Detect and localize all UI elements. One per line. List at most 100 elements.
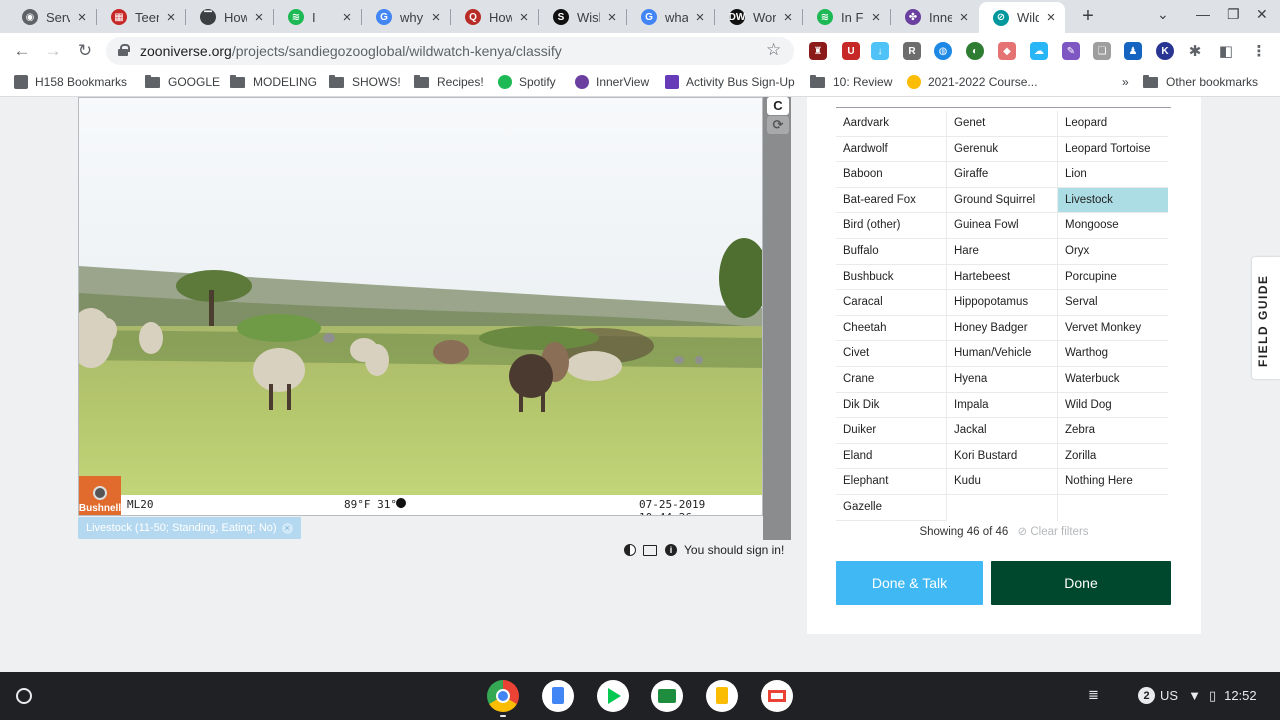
species-option[interactable]: Civet <box>836 341 946 367</box>
extension-icon[interactable]: ♜ <box>809 42 827 60</box>
gmail-app-icon[interactable] <box>761 680 793 712</box>
extension-icon[interactable]: ◍ <box>934 42 952 60</box>
bookmark-item[interactable]: MODELING <box>230 74 317 89</box>
species-option[interactable]: Hippopotamus <box>947 290 1057 316</box>
browser-tab[interactable]: Gwhy × <box>362 3 450 31</box>
species-option[interactable]: Waterbuck <box>1058 367 1168 393</box>
species-option[interactable]: Lion <box>1058 162 1168 188</box>
browser-tab[interactable]: ▦ Teen× <box>97 3 185 31</box>
species-option[interactable]: Aardwolf <box>836 137 946 163</box>
species-option[interactable]: Giraffe <box>947 162 1057 188</box>
browser-tab[interactable]: ▔ How × <box>186 3 273 31</box>
done-and-talk-button[interactable]: Done & Talk <box>836 561 983 605</box>
species-option[interactable]: Eland <box>836 444 946 470</box>
species-option[interactable]: Gerenuk <box>947 137 1057 163</box>
close-window-icon[interactable]: ✕ <box>1256 6 1268 23</box>
info-icon[interactable]: i <box>665 544 677 556</box>
species-option[interactable]: Guinea Fowl <box>947 213 1057 239</box>
remove-annotation-icon[interactable]: × <box>281 522 293 534</box>
species-option[interactable]: Hyena <box>947 367 1057 393</box>
extension-icon[interactable]: ↓ <box>871 42 889 60</box>
annotation-chip[interactable]: Livestock (11-50; Standing, Eating; No) … <box>78 517 301 539</box>
minimize-icon[interactable]: — <box>1196 6 1210 22</box>
browser-tab[interactable]: ≋ I × <box>274 3 361 31</box>
species-option[interactable]: Impala <box>947 393 1057 419</box>
extension-icon[interactable]: ❏ <box>1093 42 1111 60</box>
browser-tab[interactable]: ✤ Inner× <box>891 3 978 31</box>
species-option[interactable]: Caracal <box>836 290 946 316</box>
browser-tab[interactable]: ⊘ Wild × <box>979 2 1065 33</box>
bookmarks-overflow[interactable]: » <box>1122 75 1129 89</box>
species-option[interactable]: Bat-eared Fox <box>836 188 946 214</box>
bookmark-item[interactable]: InnerView <box>575 75 649 89</box>
extensions-puzzle-icon[interactable]: ✱ <box>1186 42 1204 60</box>
close-tab-icon[interactable]: × <box>692 9 708 26</box>
extension-icon[interactable]: ◐ <box>966 42 984 60</box>
species-option[interactable]: Dik Dik <box>836 393 946 419</box>
close-tab-icon[interactable]: × <box>956 9 972 26</box>
species-option[interactable]: Cheetah <box>836 316 946 342</box>
close-tab-icon[interactable]: × <box>163 9 179 26</box>
species-option[interactable]: Genet <box>947 111 1057 137</box>
chrome-app-icon[interactable] <box>487 680 519 712</box>
species-option[interactable]: Elephant <box>836 469 946 495</box>
extension-icon[interactable]: K <box>1156 42 1174 60</box>
bookmark-item[interactable]: GOOGLE <box>145 74 220 89</box>
address-bar[interactable]: zooniverse.org/projects/sandiegozoogloba… <box>106 37 794 65</box>
species-option[interactable]: Crane <box>836 367 946 393</box>
close-tab-icon[interactable]: × <box>516 9 532 26</box>
species-option[interactable]: Wild Dog <box>1058 393 1168 419</box>
launcher-icon[interactable] <box>16 688 32 704</box>
status-area[interactable]: 2 US ▼ ▯ 12:52 <box>1138 687 1257 704</box>
bookmark-star-icon[interactable]: ☆ <box>766 40 781 60</box>
species-option[interactable]: Leopard <box>1058 111 1168 137</box>
species-option[interactable]: Buffalo <box>836 239 946 265</box>
bookmark-item[interactable]: H158 Bookmarks <box>14 75 127 89</box>
extension-icon[interactable]: ☁ <box>1030 42 1048 60</box>
extension-icon[interactable]: R <box>903 42 921 60</box>
browser-tab[interactable]: Q How × <box>451 3 538 31</box>
species-option[interactable]: Mongoose <box>1058 213 1168 239</box>
extension-icon[interactable]: ✎ <box>1062 42 1080 60</box>
species-option[interactable]: Serval <box>1058 290 1168 316</box>
species-option[interactable]: Kudu <box>947 469 1057 495</box>
new-tab-button[interactable]: + <box>1077 5 1099 28</box>
species-option[interactable]: Zebra <box>1058 418 1168 444</box>
browser-tab[interactable]: ◉ Servi× <box>8 3 96 31</box>
browser-tab[interactable]: Gwhat× <box>627 3 714 31</box>
close-tab-icon[interactable]: × <box>604 9 620 26</box>
browser-tab[interactable]: DW Won × <box>715 3 802 31</box>
species-option[interactable]: Kori Bustard <box>947 444 1057 470</box>
reload-icon[interactable]: ↻ <box>75 41 95 61</box>
species-option[interactable]: Porcupine <box>1058 265 1168 291</box>
play-store-icon[interactable] <box>597 680 629 712</box>
species-option[interactable]: Hare <box>947 239 1057 265</box>
species-option[interactable]: Hartebeest <box>947 265 1057 291</box>
done-button[interactable]: Done <box>991 561 1171 605</box>
forward-icon[interactable]: → <box>43 41 63 61</box>
close-tab-icon[interactable]: × <box>868 9 884 26</box>
species-option[interactable]: Baboon <box>836 162 946 188</box>
species-option[interactable]: Bushbuck <box>836 265 946 291</box>
species-option[interactable]: Gazelle <box>836 495 946 521</box>
close-tab-icon[interactable]: × <box>339 9 355 26</box>
bookmark-item[interactable]: 10: Review <box>810 74 892 89</box>
species-option[interactable]: Aardvark <box>836 111 946 137</box>
tab-search-icon[interactable]: ⌄ <box>1157 6 1169 23</box>
close-tab-icon[interactable]: × <box>251 9 267 26</box>
invert-contrast-icon[interactable] <box>624 544 636 556</box>
lock-icon[interactable] <box>118 44 130 56</box>
camera-trap-image[interactable]: ML20 89°F 31°C 07-25-2019 10:44:26 Bushn… <box>78 97 763 516</box>
bookmark-item[interactable]: Activity Bus Sign-Up <box>665 75 795 89</box>
flag-icon[interactable] <box>643 544 657 556</box>
close-tab-icon[interactable]: × <box>74 9 90 26</box>
species-option[interactable]: Duiker <box>836 418 946 444</box>
extension-icon[interactable]: ◆ <box>998 42 1016 60</box>
species-option[interactable]: Ground Squirrel <box>947 188 1057 214</box>
browser-tab[interactable]: ≋ In Fo× <box>803 3 890 31</box>
docs-app-icon[interactable] <box>542 680 574 712</box>
reset-view-button[interactable]: C <box>767 97 789 115</box>
species-option[interactable]: Zorilla <box>1058 444 1168 470</box>
species-option[interactable]: Leopard Tortoise <box>1058 137 1168 163</box>
clear-filters-button[interactable]: ⊘ Clear filters <box>1018 526 1089 538</box>
